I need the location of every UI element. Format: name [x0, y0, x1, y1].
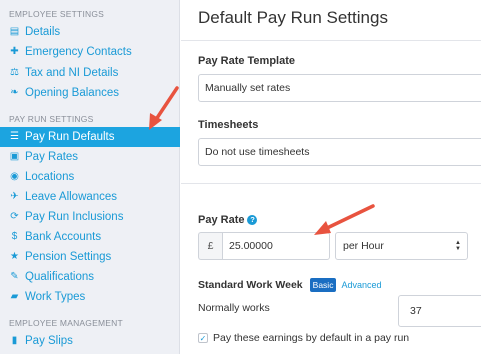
- compass-icon: ◉: [10, 171, 19, 182]
- sidebar-item-pay-rates[interactable]: ▣ Pay Rates: [0, 147, 180, 167]
- currency-addon: £: [198, 232, 222, 260]
- normally-works-label: Normally works: [198, 302, 270, 314]
- scales-icon: ⚖: [10, 67, 19, 78]
- sidebar-item-tax-and-ni-details[interactable]: ⚖ Tax and NI Details: [0, 63, 180, 83]
- sidebar-item-pension-settings[interactable]: ★ Pension Settings: [0, 247, 180, 267]
- pay-rate-label: Pay Rate?: [198, 214, 258, 226]
- sidebar-item-label: Tax and NI Details: [25, 67, 119, 79]
- pay-rate-template-select[interactable]: Manually set rates: [198, 74, 481, 102]
- page-title: Default Pay Run Settings: [198, 8, 388, 27]
- sidebar-item-label: Emergency Contacts: [25, 46, 132, 58]
- section-heading-pay-run-settings: PAY RUN SETTINGS: [9, 114, 94, 124]
- pay-by-default-row: ✓ Pay these earnings by default in a pay…: [198, 332, 409, 344]
- sidebar-item-opening-balances[interactable]: ❧ Opening Balances: [0, 83, 180, 103]
- sidebar-item-label: Details: [25, 26, 61, 38]
- plus-icon: ✚: [10, 46, 19, 57]
- sidebar-item-pay-run-defaults[interactable]: ☰ Pay Run Defaults: [0, 127, 180, 147]
- list-icon: ☰: [10, 131, 19, 142]
- timesheets-value: Do not use timesheets: [205, 146, 310, 158]
- sidebar-item-label: Pay Rates: [25, 151, 79, 163]
- leaf-icon: ❧: [10, 87, 19, 98]
- advanced-link[interactable]: Advanced: [341, 280, 381, 290]
- sidebar-item-label: Work Types: [25, 291, 86, 303]
- hours-per-week-input[interactable]: 37: [398, 295, 481, 327]
- sidebar-item-label: Opening Balances: [25, 87, 119, 99]
- sidebar-item-details[interactable]: ▤ Details: [0, 22, 180, 42]
- dollar-circle-icon: $: [11, 231, 18, 242]
- pay-rate-unit-value: per Hour: [343, 240, 384, 252]
- sidebar-item-work-types[interactable]: ▰ Work Types: [0, 287, 180, 307]
- plane-icon: ✈: [10, 191, 19, 202]
- sidebar-item-emergency-contacts[interactable]: ✚ Emergency Contacts: [0, 42, 180, 62]
- sidebar-item-label: Pay Run Inclusions: [25, 211, 124, 223]
- hours-per-week-value: 37: [410, 305, 422, 317]
- main-content: Default Pay Run Settings Pay Rate Templa…: [181, 0, 481, 354]
- standard-work-week-label: Standard Work Week: [198, 279, 303, 291]
- sidebar-item-label: Pay Slips: [25, 335, 73, 347]
- certificate-icon: ✎: [10, 271, 19, 282]
- document-icon: ▤: [9, 26, 20, 37]
- standard-work-week-row: Standard Work Week Basic Advanced: [198, 278, 381, 292]
- sidebar-item-leave-allowances[interactable]: ✈ Leave Allowances: [0, 187, 180, 207]
- star-icon: ★: [10, 251, 19, 262]
- section-heading-employee-settings: EMPLOYEE SETTINGS: [9, 9, 105, 19]
- sidebar: EMPLOYEE SETTINGS ▤ Details ✚ Emergency …: [0, 0, 180, 354]
- pay-by-default-checkbox[interactable]: ✓: [198, 333, 208, 343]
- sidebar-item-pay-run-inclusions[interactable]: ⟳ Pay Run Inclusions: [0, 207, 180, 227]
- sidebar-item-qualifications[interactable]: ✎ Qualifications: [0, 267, 180, 287]
- divider: [181, 183, 481, 184]
- sidebar-item-label: Bank Accounts: [25, 231, 102, 243]
- timesheets-label: Timesheets: [198, 119, 259, 131]
- pay-rate-label-text: Pay Rate: [198, 214, 245, 226]
- sidebar-item-locations[interactable]: ◉ Locations: [0, 167, 180, 187]
- refresh-icon: ⟳: [10, 211, 19, 222]
- money-icon: ▣: [9, 151, 20, 162]
- sidebar-item-label: Pay Run Defaults: [25, 131, 115, 143]
- section-heading-employee-management: EMPLOYEE MANAGEMENT: [9, 318, 123, 328]
- sidebar-item-label: Locations: [25, 171, 75, 183]
- sidebar-item-bank-accounts[interactable]: $ Bank Accounts: [0, 227, 180, 247]
- sidebar-item-label: Pension Settings: [25, 251, 112, 263]
- pay-rate-template-label: Pay Rate Template: [198, 55, 296, 67]
- pay-rate-value: 25.00000: [229, 240, 273, 252]
- sidebar-item-pay-slips[interactable]: ▮ Pay Slips: [0, 331, 180, 351]
- sidebar-item-label: Qualifications: [25, 271, 95, 283]
- basic-toggle-button[interactable]: Basic: [309, 278, 337, 292]
- pay-by-default-label: Pay these earnings by default in a pay r…: [213, 332, 410, 344]
- pay-rate-input[interactable]: 25.00000: [222, 232, 330, 260]
- divider: [181, 40, 481, 41]
- timesheets-select[interactable]: Do not use timesheets: [198, 138, 481, 166]
- folder-icon: ▰: [10, 291, 19, 302]
- file-icon: ▮: [11, 335, 18, 346]
- pay-rate-template-value: Manually set rates: [205, 82, 291, 94]
- select-arrows-icon: ▲ ▼: [455, 240, 461, 252]
- help-icon[interactable]: ?: [247, 214, 258, 225]
- pay-rate-unit-select[interactable]: per Hour ▲ ▼: [335, 232, 468, 260]
- sidebar-item-label: Leave Allowances: [25, 191, 118, 203]
